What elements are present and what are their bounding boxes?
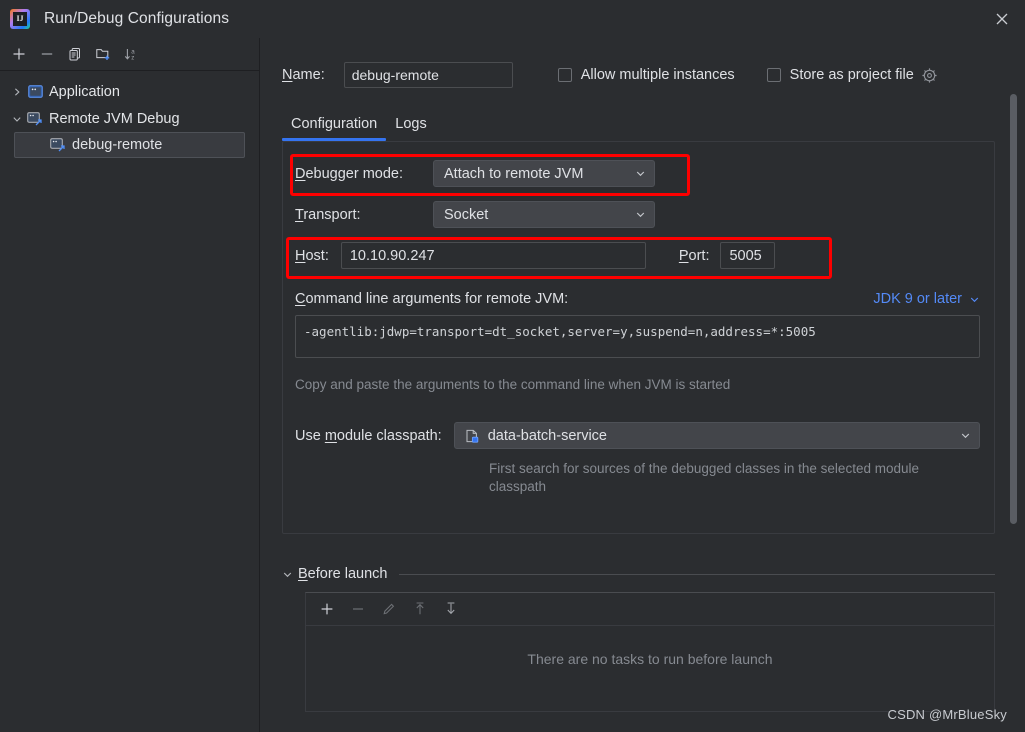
allow-multiple-instances-label: Allow multiple instances — [580, 67, 735, 83]
before-launch-panel: There are no tasks to run before launch — [305, 592, 995, 712]
configurations-tree: Application Remote JVM Debug debug-remot… — [0, 71, 259, 732]
host-port-row: Host: Port: — [283, 242, 994, 269]
window-title: Run/Debug Configurations — [44, 10, 230, 27]
copy-hint-row: Copy and paste the arguments to the comm… — [283, 376, 994, 394]
debugger-mode-label: Debugger mode: — [295, 165, 404, 182]
name-row: Name: Allow multiple instances Store as … — [260, 38, 1025, 91]
port-label: Port: — [678, 247, 710, 264]
remote-jvm-debug-icon — [49, 136, 67, 154]
tree-item-application[interactable]: Application — [0, 78, 259, 105]
command-line-header-row: Command line arguments for remote JVM: J… — [283, 291, 994, 307]
move-task-up-button[interactable] — [407, 596, 433, 622]
checkbox-box — [766, 68, 781, 82]
store-as-project-file-label: Store as project file — [789, 67, 914, 83]
intellij-idea-logo-icon: IJ — [10, 9, 30, 29]
port-input[interactable] — [720, 242, 776, 269]
svg-text:z: z — [131, 55, 134, 62]
add-task-button[interactable] — [314, 596, 340, 622]
name-input[interactable] — [343, 62, 513, 88]
copy-configuration-button[interactable] — [62, 41, 88, 67]
tree-item-debug-remote[interactable]: debug-remote — [14, 132, 245, 158]
module-classpath-label: Use module classpath: — [295, 427, 442, 444]
chevron-right-icon[interactable] — [8, 87, 26, 97]
chevron-down-icon — [960, 430, 971, 441]
before-launch-toolbar — [306, 593, 994, 626]
module-classpath-row: Use module classpath: data-batch-service — [283, 422, 994, 449]
module-classpath-select[interactable]: data-batch-service — [453, 422, 980, 449]
tree-item-label: debug-remote — [72, 137, 163, 153]
checkbox-box — [557, 68, 572, 82]
configuration-form: Debugger mode: Attach to remote JVM Tran… — [282, 141, 995, 534]
transport-select[interactable]: Socket — [433, 201, 655, 228]
remote-jvm-debug-icon — [26, 110, 44, 128]
title-bar: IJ Run/Debug Configurations — [0, 0, 1025, 38]
sort-configurations-button[interactable]: a z — [118, 41, 144, 67]
tree-item-remote-jvm-debug[interactable]: Remote JVM Debug — [0, 105, 259, 132]
transport-label: Transport: — [295, 206, 361, 223]
new-folder-button[interactable] — [90, 41, 116, 67]
debugger-mode-value: Attach to remote JVM — [444, 165, 584, 182]
jdk-version-selector[interactable]: JDK 9 or later — [873, 291, 980, 307]
configurations-sidebar: a z Application Remote JVM Debug debug-r… — [0, 38, 260, 732]
remove-task-button[interactable] — [345, 596, 371, 622]
edit-task-button[interactable] — [376, 596, 402, 622]
module-classpath-hint-wrapper: First search for sources of the debugged… — [283, 460, 994, 496]
close-icon[interactable] — [979, 0, 1025, 38]
tree-item-label: Application — [49, 83, 120, 100]
configuration-editor-panel: Name: Allow multiple instances Store as … — [260, 38, 1025, 732]
dialog-body: a z Application Remote JVM Debug debug-r… — [0, 38, 1025, 732]
command-line-args-wrapper — [283, 315, 994, 363]
debugger-mode-select[interactable]: Attach to remote JVM — [433, 160, 655, 187]
allow-multiple-instances-checkbox[interactable]: Allow multiple instances — [557, 67, 735, 83]
transport-row: Transport: Socket — [283, 201, 994, 228]
command-line-args-textarea[interactable] — [295, 315, 980, 358]
before-launch-divider — [399, 573, 995, 575]
host-input[interactable] — [340, 242, 646, 269]
chevron-down-icon[interactable] — [8, 114, 26, 124]
add-configuration-button[interactable] — [6, 41, 32, 67]
module-classpath-value: data-batch-service — [487, 427, 607, 444]
chevron-down-icon — [635, 168, 646, 179]
host-label: Host: — [295, 247, 329, 264]
chevron-down-icon — [635, 209, 646, 220]
store-as-project-file-checkbox[interactable]: Store as project file — [766, 67, 914, 83]
jdk-version-label: JDK 9 or later — [873, 291, 962, 307]
gear-icon[interactable] — [921, 66, 939, 84]
vertical-scrollbar[interactable] — [1010, 94, 1017, 524]
tab-logs[interactable]: Logs — [386, 116, 435, 141]
before-launch-empty-message: There are no tasks to run before launch — [527, 651, 773, 667]
watermark: CSDN @MrBlueSky — [887, 707, 1007, 722]
transport-value: Socket — [444, 206, 489, 223]
debugger-mode-row: Debugger mode: Attach to remote JVM — [283, 160, 994, 187]
tab-configuration[interactable]: Configuration — [282, 116, 387, 141]
module-icon — [465, 429, 480, 443]
move-task-down-button[interactable] — [438, 596, 464, 622]
before-launch-title: Before launch — [298, 566, 388, 582]
sidebar-toolbar: a z — [0, 38, 259, 71]
before-launch-header: Before launch — [282, 566, 995, 582]
scrollbar-thumb[interactable] — [1010, 94, 1017, 524]
tree-item-label: Remote JVM Debug — [49, 110, 180, 127]
name-label: Name: — [282, 67, 325, 83]
copy-hint: Copy and paste the arguments to the comm… — [295, 377, 731, 392]
chevron-down-icon[interactable] — [282, 569, 293, 580]
command-line-label: Command line arguments for remote JVM: — [295, 291, 569, 307]
remove-configuration-button[interactable] — [34, 41, 60, 67]
editor-tabs: Configuration Logs — [282, 107, 1025, 141]
module-classpath-hint: First search for sources of the debugged… — [489, 461, 919, 494]
application-config-icon — [26, 83, 44, 101]
